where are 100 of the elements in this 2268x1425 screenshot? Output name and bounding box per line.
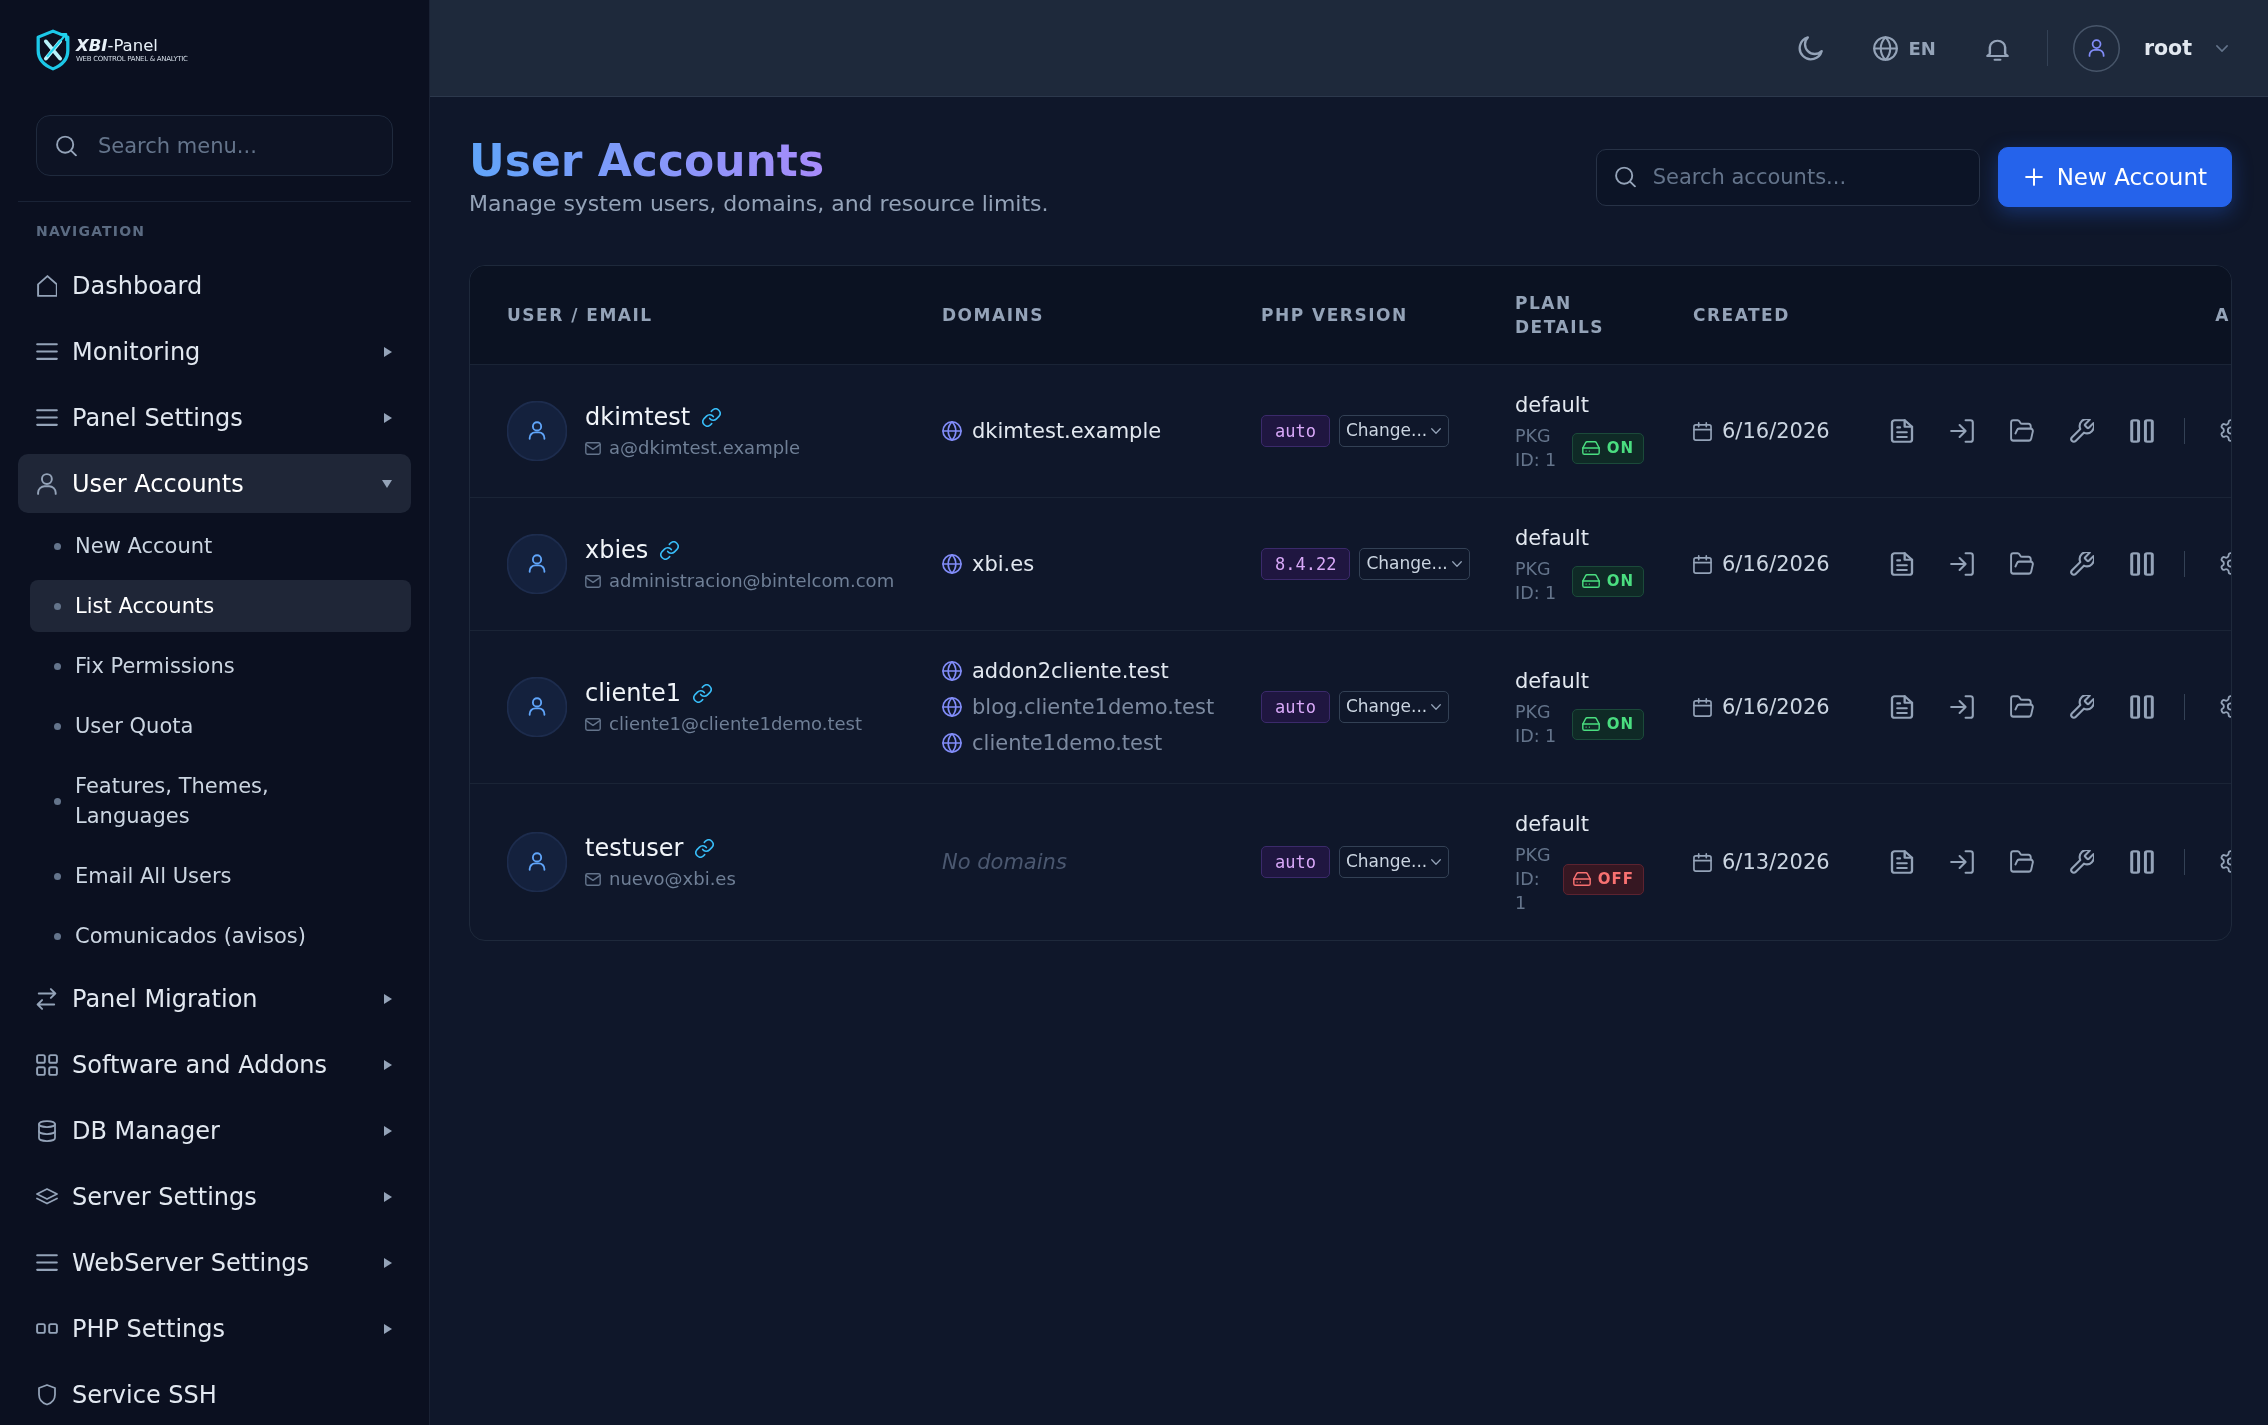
link-icon[interactable] bbox=[695, 838, 715, 858]
account-search-field[interactable]: Search accounts... bbox=[1595, 148, 1980, 206]
sidebar-item[interactable]: Software and Addons bbox=[18, 1035, 411, 1094]
pause-icon[interactable] bbox=[2130, 850, 2154, 874]
username: cliente1 bbox=[585, 678, 681, 709]
login-arrow-icon[interactable] bbox=[1950, 419, 1974, 443]
login-arrow-icon[interactable] bbox=[1950, 850, 1974, 874]
sidebar-item[interactable]: Panel Migration bbox=[18, 969, 411, 1028]
document-icon[interactable] bbox=[1890, 695, 1914, 719]
database-icon bbox=[38, 1119, 56, 1142]
hard-drive-icon bbox=[1581, 574, 1600, 588]
envelope-icon bbox=[585, 441, 601, 455]
user-icon bbox=[37, 472, 57, 495]
settings-icon[interactable] bbox=[2220, 695, 2231, 719]
status-text: OFF bbox=[1597, 868, 1634, 890]
new-account-button[interactable]: New Account bbox=[1997, 147, 2232, 207]
sidebar-item[interactable]: PHP Settings bbox=[18, 1299, 411, 1358]
bullet-dot-icon bbox=[54, 932, 61, 940]
submenu-item[interactable]: User Quota bbox=[30, 700, 411, 752]
plan-name: default bbox=[1515, 525, 1590, 552]
wrench-icon[interactable] bbox=[2070, 419, 2094, 443]
sidebar-item[interactable]: Dashboard bbox=[18, 256, 411, 315]
submenu-item[interactable]: Comunicados (avisos) bbox=[30, 910, 411, 962]
hard-drive-icon bbox=[1572, 872, 1591, 886]
menu-icon bbox=[36, 1253, 58, 1272]
logo-wordmark: XBI-Panel bbox=[76, 36, 158, 55]
link-icon[interactable] bbox=[660, 540, 680, 560]
login-arrow-icon[interactable] bbox=[1950, 552, 1974, 576]
wrench-icon[interactable] bbox=[2070, 850, 2094, 874]
hard-drive-icon bbox=[1581, 717, 1600, 731]
folder-icon[interactable] bbox=[2010, 419, 2034, 443]
search-icon bbox=[56, 135, 77, 156]
username: xbies bbox=[585, 535, 649, 566]
pause-icon[interactable] bbox=[2130, 419, 2154, 443]
sidebar-item[interactable]: User Accounts bbox=[18, 454, 411, 513]
sidebar-item[interactable]: Monitoring bbox=[18, 322, 411, 381]
sidebar-item[interactable]: Panel Settings bbox=[18, 388, 411, 447]
plan-name: default bbox=[1515, 392, 1590, 419]
domain-name: blog.cliente1demo.test bbox=[972, 694, 1215, 721]
created-date: 6/16/2026 bbox=[1722, 551, 1830, 578]
language-button[interactable]: EN bbox=[1872, 34, 1936, 62]
settings-icon[interactable] bbox=[2220, 850, 2231, 874]
submenu-item[interactable]: Fix Permissions bbox=[30, 640, 411, 692]
chevron-down-icon bbox=[2216, 44, 2228, 52]
php-version-select[interactable]: Change... bbox=[1338, 415, 1450, 447]
submenu-item[interactable]: Email All Users bbox=[30, 850, 411, 902]
php-version-tag: auto bbox=[1261, 846, 1330, 878]
envelope-icon bbox=[585, 872, 601, 886]
sidebar-item[interactable]: DB Manager bbox=[18, 1101, 411, 1160]
php-version-select[interactable]: Change... bbox=[1359, 548, 1470, 580]
menu-icon bbox=[36, 408, 58, 427]
sidebar-item[interactable]: Server Settings bbox=[18, 1167, 411, 1226]
wrench-icon[interactable] bbox=[2070, 695, 2094, 719]
submenu-item[interactable]: List Accounts bbox=[30, 580, 411, 632]
document-icon[interactable] bbox=[1890, 850, 1914, 874]
sidebar-item[interactable]: WebServer Settings bbox=[18, 1233, 411, 1292]
created-date: 6/16/2026 bbox=[1722, 694, 1830, 721]
menu-icon bbox=[36, 342, 58, 361]
wrench-icon[interactable] bbox=[2070, 552, 2094, 576]
folder-icon[interactable] bbox=[2010, 552, 2034, 576]
house-icon bbox=[36, 274, 58, 297]
sidebar-item[interactable]: Service SSH bbox=[18, 1365, 411, 1424]
user-email: nuevo@xbi.es bbox=[609, 867, 736, 891]
settings-icon[interactable] bbox=[2220, 552, 2231, 576]
submenu-item[interactable]: Features, Themes, Languages bbox=[30, 760, 411, 842]
submenu-item[interactable]: New Account bbox=[30, 520, 411, 572]
column-header: A bbox=[1865, 266, 2231, 365]
login-arrow-icon[interactable] bbox=[1950, 695, 1974, 719]
chevron-down-icon bbox=[1431, 859, 1442, 865]
hard-drive-icon bbox=[1581, 441, 1600, 455]
plus-icon bbox=[2024, 168, 2043, 186]
package-id: PKG ID: 1 bbox=[1515, 425, 1558, 472]
shield-icon bbox=[38, 1383, 56, 1406]
section-label: NAVIGATION bbox=[36, 222, 146, 240]
pause-icon[interactable] bbox=[2130, 695, 2154, 719]
bullet-dot-icon bbox=[54, 722, 61, 730]
user-menu-button[interactable]: root bbox=[2072, 24, 2228, 72]
settings-icon[interactable] bbox=[2220, 419, 2231, 443]
avatar-icon bbox=[507, 677, 567, 737]
link-icon[interactable] bbox=[702, 407, 722, 427]
username: testuser bbox=[585, 833, 684, 864]
globe-icon bbox=[942, 661, 962, 681]
shield-logo-icon bbox=[36, 29, 70, 71]
globe-icon bbox=[942, 697, 962, 717]
swap-arrows-icon bbox=[36, 987, 58, 1010]
moon-icon[interactable] bbox=[1797, 35, 1823, 61]
pause-icon[interactable] bbox=[2130, 552, 2154, 576]
php-version-tag: auto bbox=[1261, 691, 1330, 723]
status-text: ON bbox=[1606, 437, 1634, 459]
menu-search-field[interactable]: Search menu... bbox=[36, 115, 393, 176]
username: dkimtest bbox=[585, 402, 691, 433]
php-version-select[interactable]: Change... bbox=[1338, 846, 1450, 878]
link-icon[interactable] bbox=[692, 683, 712, 703]
php-version-select[interactable]: Change... bbox=[1338, 691, 1450, 723]
folder-icon[interactable] bbox=[2010, 850, 2034, 874]
squares-icon bbox=[36, 1323, 58, 1334]
domain-name: cliente1demo.test bbox=[972, 730, 1163, 757]
folder-icon[interactable] bbox=[2010, 695, 2034, 719]
document-icon[interactable] bbox=[1890, 552, 1914, 576]
document-icon[interactable] bbox=[1890, 419, 1914, 443]
